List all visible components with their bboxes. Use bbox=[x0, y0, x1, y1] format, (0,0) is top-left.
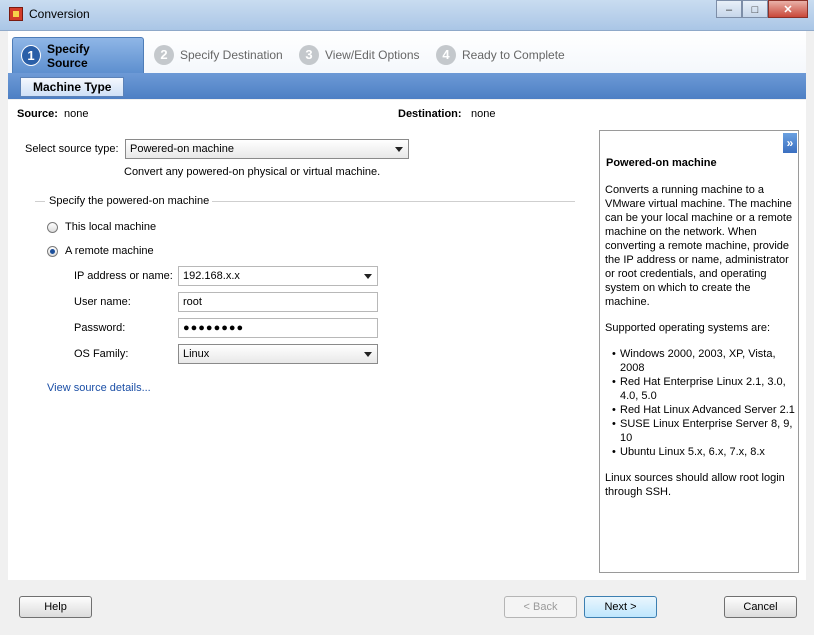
group-divider bbox=[212, 201, 575, 202]
list-item: Red Hat Enterprise Linux 2.1, 3.0,4.0, 5… bbox=[606, 375, 796, 403]
list-item: Windows 2000, 2003, XP, Vista,2008 bbox=[606, 347, 796, 375]
step-label: Specify Source bbox=[46, 41, 90, 70]
step-label: Ready to Complete bbox=[462, 48, 565, 62]
help-title: Powered-on machine bbox=[606, 157, 717, 169]
app-icon bbox=[9, 7, 23, 21]
step-view-edit-options[interactable]: 3 View/Edit Options bbox=[299, 37, 420, 73]
os-family-value: Linux bbox=[183, 348, 210, 360]
list-item: SUSE Linux Enterprise Server 8, 9,10 bbox=[606, 417, 796, 445]
collapse-panel-icon[interactable]: » bbox=[783, 133, 797, 153]
radio-remote-machine[interactable] bbox=[47, 246, 58, 257]
back-button[interactable]: < Back bbox=[504, 596, 577, 618]
source-value: none bbox=[64, 108, 89, 120]
group-divider bbox=[35, 201, 45, 202]
group-title: Specify the powered-on machine bbox=[49, 195, 210, 207]
maximize-button[interactable]: □ bbox=[742, 0, 768, 18]
help-description: Converts a running machine to a VMware v… bbox=[605, 184, 793, 308]
destination-value: none bbox=[471, 108, 496, 120]
chevron-down-icon[interactable] bbox=[364, 274, 372, 279]
chevron-down-icon bbox=[395, 147, 403, 152]
source-type-value: Powered-on machine bbox=[130, 143, 234, 155]
window-controls: – □ ✕ bbox=[716, 0, 808, 20]
source-type-description: Convert any powered-on physical or virtu… bbox=[124, 166, 381, 178]
view-source-details-link[interactable]: View source details... bbox=[47, 382, 151, 394]
username-label: User name: bbox=[74, 296, 131, 308]
step-number-icon: 2 bbox=[154, 45, 174, 65]
step-label: View/Edit Options bbox=[325, 48, 420, 62]
help-footer: Linux sources should allow root login th… bbox=[605, 472, 785, 498]
source-label: Source: bbox=[17, 108, 58, 120]
source-type-label: Select source type: bbox=[25, 143, 119, 155]
ip-address-combobox[interactable]: 192.168.x.x bbox=[178, 266, 378, 286]
list-item: Red Hat Linux Advanced Server 2.1 bbox=[606, 403, 796, 417]
subtab-strip: Machine Type bbox=[8, 73, 806, 99]
window-title: Conversion bbox=[29, 7, 90, 21]
step-number-icon: 1 bbox=[21, 45, 41, 66]
ip-address-value: 192.168.x.x bbox=[183, 270, 240, 282]
cancel-button[interactable]: Cancel bbox=[724, 596, 797, 618]
radio-local-machine[interactable] bbox=[47, 222, 58, 233]
ip-label: IP address or name: bbox=[74, 270, 173, 282]
minimize-button[interactable]: – bbox=[716, 0, 742, 18]
password-input[interactable]: ●●●●●●●● bbox=[178, 318, 378, 338]
supported-os-heading: Supported operating systems are: bbox=[605, 322, 771, 334]
tab-machine-type[interactable]: Machine Type bbox=[20, 77, 125, 97]
step-number-icon: 4 bbox=[436, 45, 456, 65]
close-button[interactable]: ✕ bbox=[768, 0, 808, 18]
username-input[interactable]: root bbox=[178, 292, 378, 312]
title-bar: Conversion – □ ✕ bbox=[0, 0, 814, 31]
remote-machine-label[interactable]: A remote machine bbox=[65, 245, 154, 257]
password-label: Password: bbox=[74, 322, 126, 334]
step-label: Specify Destination bbox=[180, 48, 283, 62]
step-specify-source[interactable]: 1 Specify Source bbox=[12, 37, 144, 73]
step-number-icon: 3 bbox=[299, 45, 319, 65]
local-machine-label[interactable]: This local machine bbox=[65, 221, 156, 233]
destination-label: Destination: bbox=[398, 108, 462, 120]
next-button[interactable]: Next > bbox=[584, 596, 657, 618]
supported-os-list: Windows 2000, 2003, XP, Vista,2008 Red H… bbox=[606, 347, 796, 459]
step-specify-destination[interactable]: 2 Specify Destination bbox=[154, 37, 283, 73]
list-item: Ubuntu Linux 5.x, 6.x, 7.x, 8.x bbox=[606, 445, 796, 459]
os-family-label: OS Family: bbox=[74, 348, 129, 360]
step-ready-to-complete[interactable]: 4 Ready to Complete bbox=[436, 37, 565, 73]
help-button[interactable]: Help bbox=[19, 596, 92, 618]
chevron-down-icon bbox=[364, 352, 372, 357]
os-family-select[interactable]: Linux bbox=[178, 344, 378, 364]
source-type-select[interactable]: Powered-on machine bbox=[125, 139, 409, 159]
